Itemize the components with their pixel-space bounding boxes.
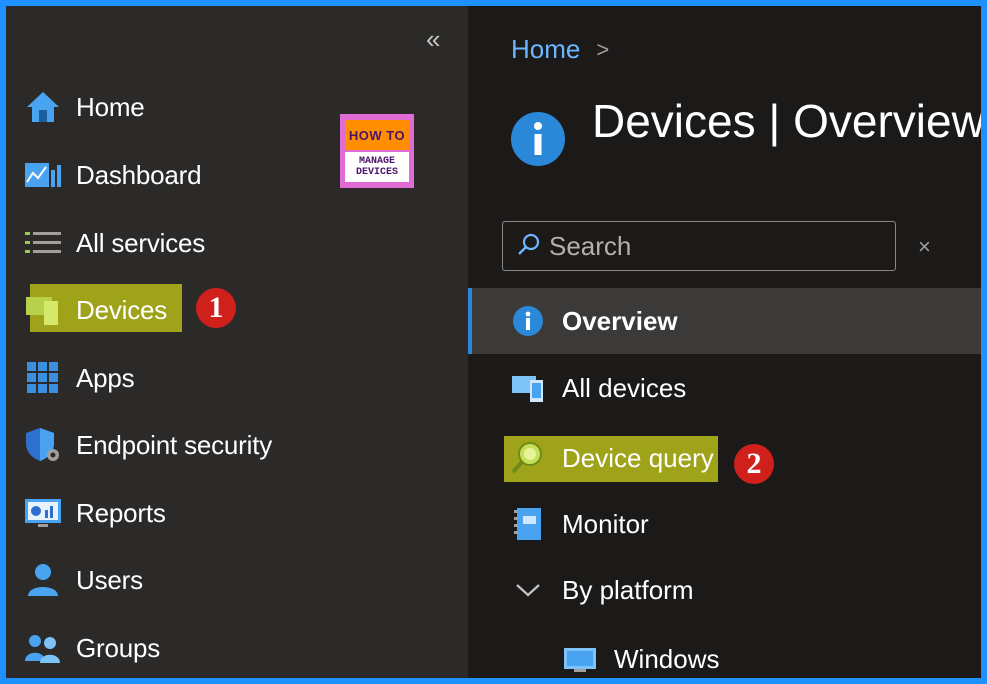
search-box[interactable] (502, 221, 896, 271)
sidebar-item-groups[interactable]: Groups (24, 625, 160, 671)
sidebar-item-dashboard[interactable]: Dashboard (24, 152, 202, 198)
menu-item-device-query[interactable]: Device query (508, 435, 714, 481)
groups-icon (24, 629, 62, 667)
selected-indicator (468, 288, 472, 354)
sidebar-item-label: All services (76, 227, 206, 258)
info-icon (508, 301, 548, 341)
user-icon (24, 561, 62, 599)
sidebar-item-label: Devices (76, 294, 168, 325)
shield-gear-icon (24, 426, 62, 464)
monitor-book-icon (508, 504, 548, 544)
logo-line-3: DEVICES (355, 167, 398, 178)
step-2-badge: 2 (734, 444, 774, 484)
search-input[interactable] (549, 230, 869, 262)
clear-search-icon[interactable]: × (918, 234, 931, 260)
step-1-badge: 1 (196, 288, 236, 328)
menu-item-windows[interactable]: Windows (560, 636, 719, 678)
apps-grid-icon (24, 359, 62, 397)
sidebar-item-reports[interactable]: Reports (24, 490, 166, 536)
breadcrumb: Home > (511, 34, 609, 65)
menu-item-label: Monitor (562, 508, 649, 539)
menu-item-overview[interactable]: Overview (508, 298, 678, 344)
sidebar-item-label: Apps (76, 362, 135, 393)
sidebar-item-apps[interactable]: Apps (24, 355, 135, 401)
menu-item-by-platform[interactable]: By platform (508, 567, 694, 613)
chevron-down-icon[interactable] (508, 570, 548, 610)
sidebar-item-home[interactable]: Home (24, 84, 145, 130)
how-to-manage-devices-logo: HOW TO MANAGE DEVICES (340, 114, 414, 188)
menu-item-label: Device query (562, 442, 714, 473)
breadcrumb-home-link[interactable]: Home (511, 34, 580, 65)
menu-item-label: Overview (562, 305, 678, 336)
list-icon (24, 224, 62, 262)
dashboard-icon (24, 156, 62, 194)
sidebar-item-label: Endpoint security (76, 429, 273, 460)
logo-line-2: MANAGE (358, 156, 395, 167)
windows-device-icon (560, 639, 600, 678)
sidebar-item-all-services[interactable]: All services (24, 220, 205, 266)
device-query-icon (508, 438, 548, 478)
left-sidebar: « Home Dashboard All services Devices 1 … (6, 6, 468, 678)
sidebar-item-label: Reports (76, 497, 166, 528)
sidebar-item-endpoint-security[interactable]: Endpoint security (24, 422, 272, 468)
logo-line-1: HOW TO (345, 120, 409, 150)
all-devices-icon (508, 368, 548, 408)
sidebar-item-users[interactable]: Users (24, 557, 143, 603)
page-title: Devices | Overview (592, 95, 981, 147)
portal-window: « Home Dashboard All services Devices 1 … (6, 6, 981, 678)
menu-item-all-devices[interactable]: All devices (508, 365, 686, 411)
menu-item-label: By platform (562, 574, 694, 605)
home-icon (24, 88, 62, 126)
search-icon (517, 232, 541, 261)
info-icon (510, 111, 566, 167)
sidebar-item-label: Home (76, 91, 145, 122)
devices-icon (24, 291, 62, 329)
reports-icon (24, 494, 62, 532)
sidebar-item-label: Dashboard (76, 159, 202, 190)
menu-item-label: All devices (562, 372, 687, 403)
sidebar-item-label: Groups (76, 632, 161, 663)
menu-item-label: Windows (614, 643, 720, 674)
sidebar-item-label: Users (76, 564, 143, 595)
breadcrumb-separator-icon: > (596, 36, 610, 62)
sidebar-item-devices[interactable]: Devices (24, 287, 167, 333)
menu-item-monitor[interactable]: Monitor (508, 501, 649, 547)
collapse-sidebar-icon[interactable]: « (426, 26, 440, 52)
logo-lower-box: MANAGE DEVICES (345, 152, 409, 182)
